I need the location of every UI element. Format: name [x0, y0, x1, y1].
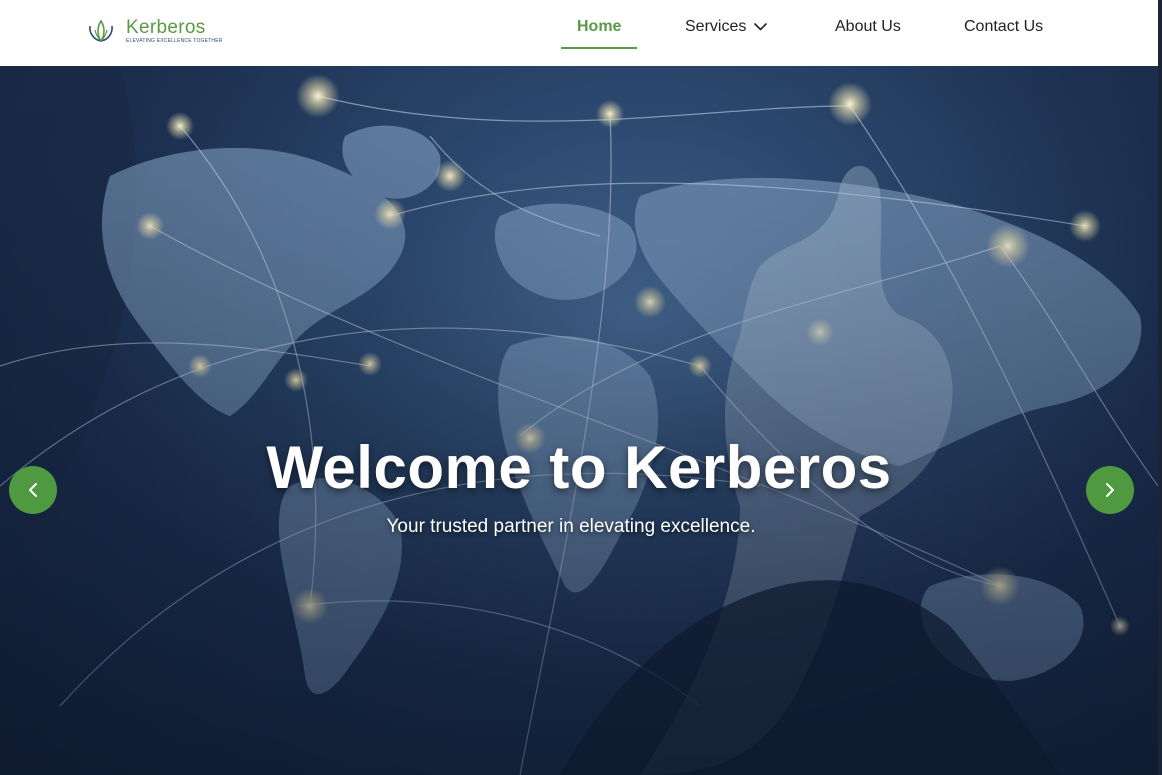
brand-tagline: ELEVATING EXCELLENCE TOGETHER — [126, 38, 223, 44]
nav-services-label: Services — [685, 18, 747, 35]
nav-contact-us[interactable]: Contact Us — [964, 18, 1043, 42]
window-edge — [1158, 0, 1162, 775]
lotus-logo-icon — [89, 19, 113, 43]
brand-name: Kerberos — [126, 17, 206, 38]
carousel-prev-button[interactable] — [9, 466, 57, 514]
hero-carousel: Welcome to Kerberos Your trusted partner… — [0, 66, 1158, 775]
chevron-right-icon — [1106, 483, 1114, 497]
chevron-down-icon — [754, 22, 768, 31]
hero-title: Welcome to Kerberos — [266, 434, 892, 501]
nav-active-indicator — [561, 47, 637, 49]
nav-home[interactable]: Home — [577, 18, 621, 42]
hero-subtitle: Your trusted partner in elevating excell… — [386, 516, 756, 537]
brand-logo[interactable]: Kerberos ELEVATING EXCELLENCE TOGETHER — [86, 16, 223, 46]
top-navbar: Kerberos ELEVATING EXCELLENCE TOGETHER H… — [0, 0, 1158, 66]
world-map-network-image — [0, 66, 1158, 775]
chevron-left-icon — [29, 483, 37, 497]
carousel-next-button[interactable] — [1086, 466, 1134, 514]
nav-about-us[interactable]: About Us — [835, 18, 901, 42]
nav-services[interactable]: Services — [685, 18, 768, 42]
